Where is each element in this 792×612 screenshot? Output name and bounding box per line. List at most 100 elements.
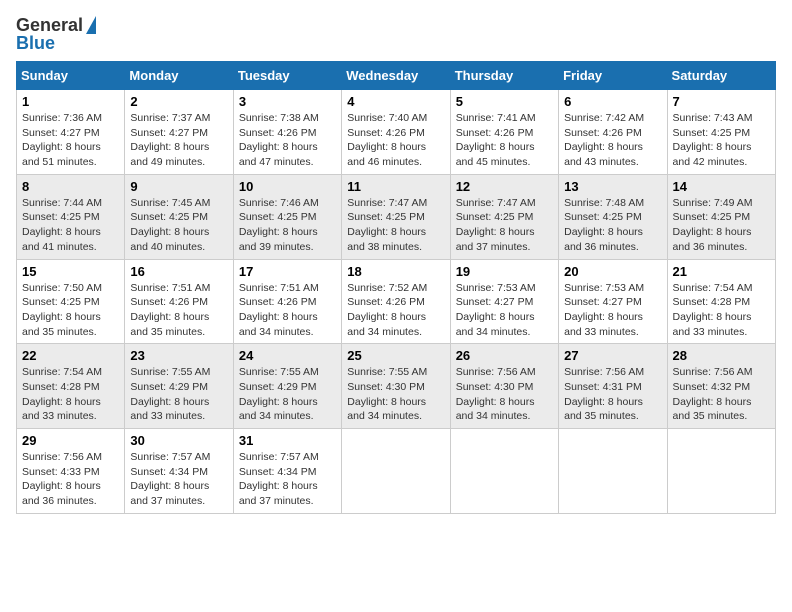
calendar-cell: 30 Sunrise: 7:57 AMSunset: 4:34 PMDaylig… bbox=[125, 429, 233, 514]
cell-detail: Sunrise: 7:52 AMSunset: 4:26 PMDaylight:… bbox=[347, 282, 427, 338]
calendar-week-row: 29 Sunrise: 7:56 AMSunset: 4:33 PMDaylig… bbox=[17, 429, 776, 514]
calendar-cell: 22 Sunrise: 7:54 AMSunset: 4:28 PMDaylig… bbox=[17, 344, 125, 429]
cell-detail: Sunrise: 7:40 AMSunset: 4:26 PMDaylight:… bbox=[347, 112, 427, 168]
calendar-cell bbox=[559, 429, 667, 514]
cell-detail: Sunrise: 7:54 AMSunset: 4:28 PMDaylight:… bbox=[22, 366, 102, 422]
cell-detail: Sunrise: 7:49 AMSunset: 4:25 PMDaylight:… bbox=[673, 197, 753, 253]
cell-detail: Sunrise: 7:57 AMSunset: 4:34 PMDaylight:… bbox=[239, 451, 319, 507]
logo: General Blue bbox=[16, 16, 96, 53]
calendar-cell: 8 Sunrise: 7:44 AMSunset: 4:25 PMDayligh… bbox=[17, 174, 125, 259]
page-header: General Blue bbox=[16, 16, 776, 53]
cell-detail: Sunrise: 7:56 AMSunset: 4:32 PMDaylight:… bbox=[673, 366, 753, 422]
calendar-cell: 20 Sunrise: 7:53 AMSunset: 4:27 PMDaylig… bbox=[559, 259, 667, 344]
cell-detail: Sunrise: 7:56 AMSunset: 4:33 PMDaylight:… bbox=[22, 451, 102, 507]
day-number: 19 bbox=[456, 264, 553, 279]
day-number: 21 bbox=[673, 264, 770, 279]
calendar-cell: 15 Sunrise: 7:50 AMSunset: 4:25 PMDaylig… bbox=[17, 259, 125, 344]
day-number: 20 bbox=[564, 264, 661, 279]
cell-detail: Sunrise: 7:53 AMSunset: 4:27 PMDaylight:… bbox=[456, 282, 536, 338]
calendar-cell: 13 Sunrise: 7:48 AMSunset: 4:25 PMDaylig… bbox=[559, 174, 667, 259]
day-number: 7 bbox=[673, 94, 770, 109]
day-number: 5 bbox=[456, 94, 553, 109]
calendar-cell: 25 Sunrise: 7:55 AMSunset: 4:30 PMDaylig… bbox=[342, 344, 450, 429]
calendar-cell: 16 Sunrise: 7:51 AMSunset: 4:26 PMDaylig… bbox=[125, 259, 233, 344]
cell-detail: Sunrise: 7:55 AMSunset: 4:30 PMDaylight:… bbox=[347, 366, 427, 422]
cell-detail: Sunrise: 7:44 AMSunset: 4:25 PMDaylight:… bbox=[22, 197, 102, 253]
col-header-friday: Friday bbox=[559, 62, 667, 90]
day-number: 23 bbox=[130, 348, 227, 363]
calendar-week-row: 15 Sunrise: 7:50 AMSunset: 4:25 PMDaylig… bbox=[17, 259, 776, 344]
col-header-tuesday: Tuesday bbox=[233, 62, 341, 90]
calendar-cell: 1 Sunrise: 7:36 AMSunset: 4:27 PMDayligh… bbox=[17, 90, 125, 175]
calendar-cell: 2 Sunrise: 7:37 AMSunset: 4:27 PMDayligh… bbox=[125, 90, 233, 175]
day-number: 9 bbox=[130, 179, 227, 194]
day-number: 13 bbox=[564, 179, 661, 194]
calendar-cell: 19 Sunrise: 7:53 AMSunset: 4:27 PMDaylig… bbox=[450, 259, 558, 344]
cell-detail: Sunrise: 7:38 AMSunset: 4:26 PMDaylight:… bbox=[239, 112, 319, 168]
calendar-cell: 3 Sunrise: 7:38 AMSunset: 4:26 PMDayligh… bbox=[233, 90, 341, 175]
cell-detail: Sunrise: 7:37 AMSunset: 4:27 PMDaylight:… bbox=[130, 112, 210, 168]
cell-detail: Sunrise: 7:54 AMSunset: 4:28 PMDaylight:… bbox=[673, 282, 753, 338]
cell-detail: Sunrise: 7:41 AMSunset: 4:26 PMDaylight:… bbox=[456, 112, 536, 168]
calendar-cell: 27 Sunrise: 7:56 AMSunset: 4:31 PMDaylig… bbox=[559, 344, 667, 429]
calendar-cell: 9 Sunrise: 7:45 AMSunset: 4:25 PMDayligh… bbox=[125, 174, 233, 259]
cell-detail: Sunrise: 7:57 AMSunset: 4:34 PMDaylight:… bbox=[130, 451, 210, 507]
calendar-cell: 28 Sunrise: 7:56 AMSunset: 4:32 PMDaylig… bbox=[667, 344, 775, 429]
col-header-wednesday: Wednesday bbox=[342, 62, 450, 90]
calendar-week-row: 8 Sunrise: 7:44 AMSunset: 4:25 PMDayligh… bbox=[17, 174, 776, 259]
calendar-cell: 17 Sunrise: 7:51 AMSunset: 4:26 PMDaylig… bbox=[233, 259, 341, 344]
cell-detail: Sunrise: 7:43 AMSunset: 4:25 PMDaylight:… bbox=[673, 112, 753, 168]
col-header-sunday: Sunday bbox=[17, 62, 125, 90]
header-row: SundayMondayTuesdayWednesdayThursdayFrid… bbox=[17, 62, 776, 90]
day-number: 1 bbox=[22, 94, 119, 109]
day-number: 28 bbox=[673, 348, 770, 363]
calendar-week-row: 1 Sunrise: 7:36 AMSunset: 4:27 PMDayligh… bbox=[17, 90, 776, 175]
calendar-cell bbox=[342, 429, 450, 514]
calendar-cell: 5 Sunrise: 7:41 AMSunset: 4:26 PMDayligh… bbox=[450, 90, 558, 175]
day-number: 2 bbox=[130, 94, 227, 109]
day-number: 4 bbox=[347, 94, 444, 109]
day-number: 29 bbox=[22, 433, 119, 448]
logo-triangle-icon bbox=[86, 16, 96, 34]
day-number: 16 bbox=[130, 264, 227, 279]
col-header-monday: Monday bbox=[125, 62, 233, 90]
calendar-cell: 23 Sunrise: 7:55 AMSunset: 4:29 PMDaylig… bbox=[125, 344, 233, 429]
calendar-cell: 6 Sunrise: 7:42 AMSunset: 4:26 PMDayligh… bbox=[559, 90, 667, 175]
day-number: 12 bbox=[456, 179, 553, 194]
cell-detail: Sunrise: 7:56 AMSunset: 4:30 PMDaylight:… bbox=[456, 366, 536, 422]
calendar-cell: 7 Sunrise: 7:43 AMSunset: 4:25 PMDayligh… bbox=[667, 90, 775, 175]
day-number: 31 bbox=[239, 433, 336, 448]
cell-detail: Sunrise: 7:47 AMSunset: 4:25 PMDaylight:… bbox=[347, 197, 427, 253]
day-number: 10 bbox=[239, 179, 336, 194]
cell-detail: Sunrise: 7:48 AMSunset: 4:25 PMDaylight:… bbox=[564, 197, 644, 253]
cell-detail: Sunrise: 7:46 AMSunset: 4:25 PMDaylight:… bbox=[239, 197, 319, 253]
calendar-cell: 31 Sunrise: 7:57 AMSunset: 4:34 PMDaylig… bbox=[233, 429, 341, 514]
cell-detail: Sunrise: 7:45 AMSunset: 4:25 PMDaylight:… bbox=[130, 197, 210, 253]
calendar-cell: 10 Sunrise: 7:46 AMSunset: 4:25 PMDaylig… bbox=[233, 174, 341, 259]
cell-detail: Sunrise: 7:51 AMSunset: 4:26 PMDaylight:… bbox=[130, 282, 210, 338]
calendar-cell: 18 Sunrise: 7:52 AMSunset: 4:26 PMDaylig… bbox=[342, 259, 450, 344]
cell-detail: Sunrise: 7:47 AMSunset: 4:25 PMDaylight:… bbox=[456, 197, 536, 253]
calendar-cell: 29 Sunrise: 7:56 AMSunset: 4:33 PMDaylig… bbox=[17, 429, 125, 514]
day-number: 18 bbox=[347, 264, 444, 279]
day-number: 15 bbox=[22, 264, 119, 279]
col-header-saturday: Saturday bbox=[667, 62, 775, 90]
col-header-thursday: Thursday bbox=[450, 62, 558, 90]
cell-detail: Sunrise: 7:56 AMSunset: 4:31 PMDaylight:… bbox=[564, 366, 644, 422]
day-number: 11 bbox=[347, 179, 444, 194]
day-number: 6 bbox=[564, 94, 661, 109]
day-number: 22 bbox=[22, 348, 119, 363]
cell-detail: Sunrise: 7:53 AMSunset: 4:27 PMDaylight:… bbox=[564, 282, 644, 338]
day-number: 3 bbox=[239, 94, 336, 109]
cell-detail: Sunrise: 7:55 AMSunset: 4:29 PMDaylight:… bbox=[239, 366, 319, 422]
day-number: 30 bbox=[130, 433, 227, 448]
calendar-cell: 4 Sunrise: 7:40 AMSunset: 4:26 PMDayligh… bbox=[342, 90, 450, 175]
cell-detail: Sunrise: 7:55 AMSunset: 4:29 PMDaylight:… bbox=[130, 366, 210, 422]
cell-detail: Sunrise: 7:42 AMSunset: 4:26 PMDaylight:… bbox=[564, 112, 644, 168]
day-number: 26 bbox=[456, 348, 553, 363]
calendar-cell: 12 Sunrise: 7:47 AMSunset: 4:25 PMDaylig… bbox=[450, 174, 558, 259]
day-number: 25 bbox=[347, 348, 444, 363]
calendar-week-row: 22 Sunrise: 7:54 AMSunset: 4:28 PMDaylig… bbox=[17, 344, 776, 429]
day-number: 14 bbox=[673, 179, 770, 194]
calendar-cell bbox=[667, 429, 775, 514]
